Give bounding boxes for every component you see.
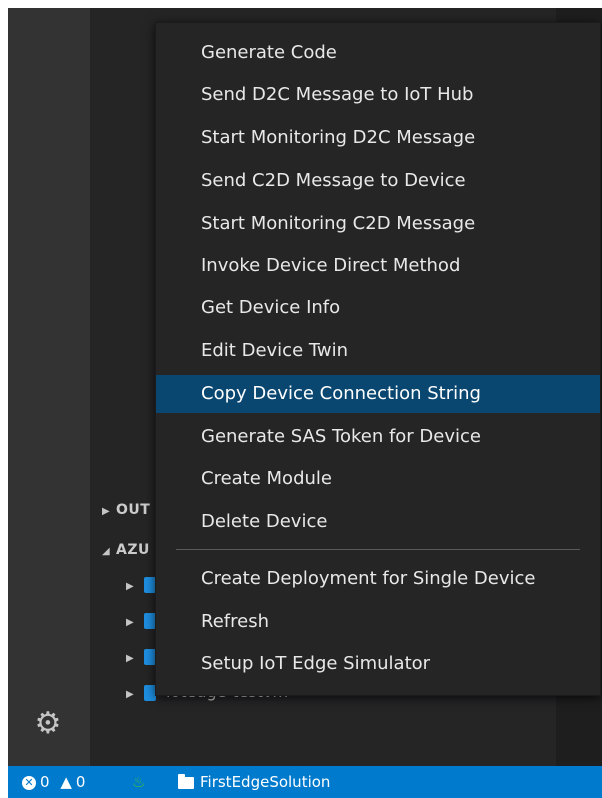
chevron-right-icon: ▶	[126, 653, 134, 664]
chevron-right-icon: ▶	[126, 617, 134, 628]
flame-icon[interactable]: ♨	[132, 766, 145, 798]
context-menu: Generate Code Send D2C Message to IoT Hu…	[155, 22, 601, 696]
folder-icon	[178, 773, 194, 789]
menu-item-get-device-info[interactable]: Get Device Info	[156, 289, 600, 327]
menu-item-refresh[interactable]: Refresh	[156, 603, 600, 641]
folder-indicator[interactable]: FirstEdgeSolution	[178, 766, 330, 798]
error-icon: ✕	[22, 775, 36, 790]
section-label: OUT	[116, 502, 151, 518]
chevron-down-icon: ◢	[102, 546, 110, 557]
menu-item-generate-sas-token[interactable]: Generate SAS Token for Device	[156, 418, 600, 456]
device-row[interactable]: ▶	[126, 570, 156, 598]
menu-item-send-c2d-message[interactable]: Send C2D Message to Device	[156, 162, 600, 200]
menu-item-send-d2c-message[interactable]: Send D2C Message to IoT Hub	[156, 76, 600, 114]
status-bar: ✕ 0 ▲ 0 ♨ FirstEdgeSolution	[8, 766, 602, 798]
menu-separator	[176, 549, 580, 550]
warning-icon: ▲	[60, 773, 72, 791]
warning-count: 0	[75, 773, 86, 791]
device-row[interactable]: ▶	[126, 606, 156, 634]
menu-item-start-monitoring-d2c[interactable]: Start Monitoring D2C Message	[156, 119, 600, 157]
menu-item-setup-edge-simulator[interactable]: Setup IoT Edge Simulator	[156, 645, 600, 683]
section-outline[interactable]: ▶ OUT	[102, 495, 150, 523]
chevron-right-icon: ▶	[102, 506, 110, 517]
folder-name: FirstEdgeSolution	[200, 773, 331, 791]
problems-indicator[interactable]: ✕ 0 ▲ 0	[22, 766, 85, 798]
device-row[interactable]: ▶	[126, 642, 156, 670]
error-count: 0	[40, 773, 50, 791]
menu-item-create-module[interactable]: Create Module	[156, 460, 600, 498]
section-label: AZU	[116, 542, 150, 558]
menu-item-create-deployment[interactable]: Create Deployment for Single Device	[156, 560, 600, 598]
menu-item-copy-connection-string[interactable]: Copy Device Connection String	[156, 375, 600, 413]
chevron-right-icon: ▶	[126, 689, 134, 700]
menu-item-start-monitoring-c2d[interactable]: Start Monitoring C2D Message	[156, 205, 600, 243]
activity-bar: ⚙	[8, 8, 90, 766]
menu-item-generate-code[interactable]: Generate Code	[156, 34, 600, 72]
chevron-right-icon: ▶	[126, 581, 134, 592]
menu-item-invoke-direct-method[interactable]: Invoke Device Direct Method	[156, 247, 600, 285]
gear-icon[interactable]: ⚙	[32, 708, 64, 740]
menu-item-delete-device[interactable]: Delete Device	[156, 503, 600, 541]
menu-item-edit-device-twin[interactable]: Edit Device Twin	[156, 332, 600, 370]
section-azure[interactable]: ◢ AZU	[102, 535, 150, 563]
